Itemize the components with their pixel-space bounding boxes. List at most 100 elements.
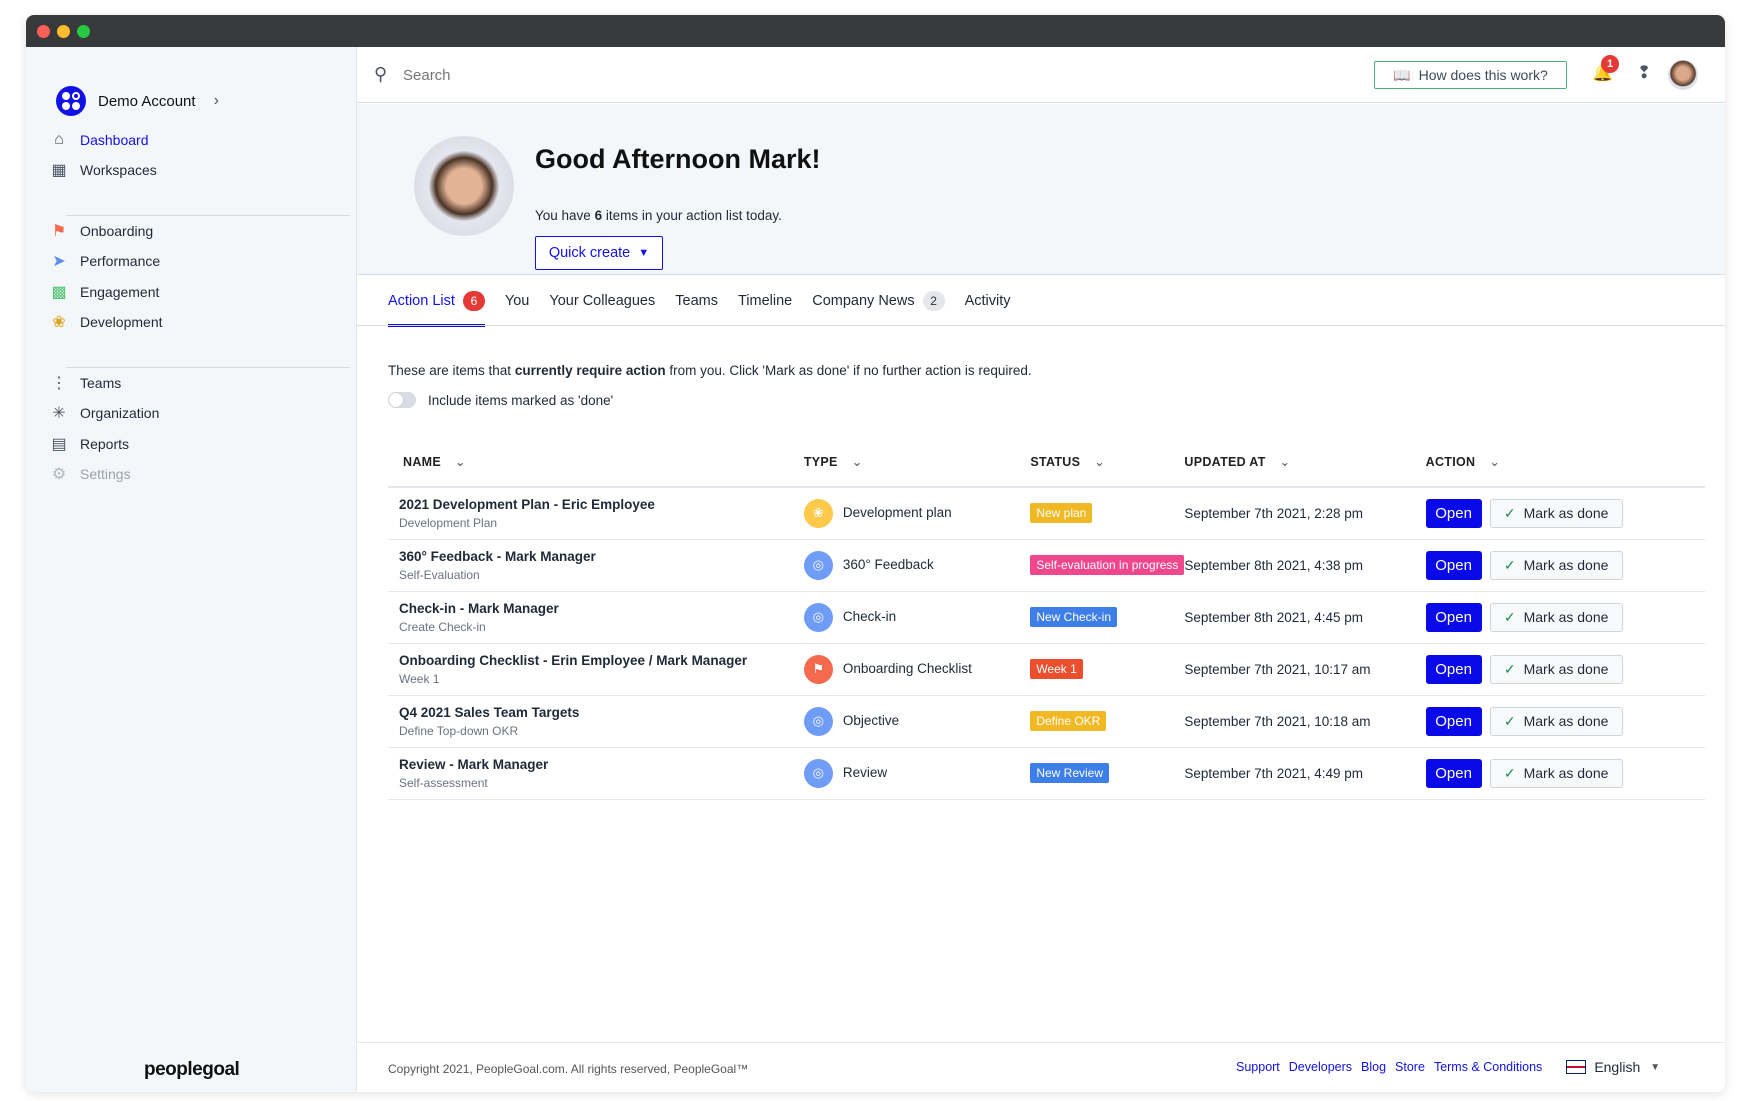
user-avatar[interactable] [1668, 60, 1698, 90]
sidebar-item-organization[interactable]: ✳ Organization [50, 404, 159, 422]
tab-label: Teams [675, 293, 718, 309]
quick-create-button[interactable]: Quick create ▼ [535, 236, 663, 270]
item-name[interactable]: Onboarding Checklist - Erin Employee / M… [399, 653, 804, 668]
include-done-toggle[interactable] [388, 392, 416, 408]
item-name[interactable]: 360° Feedback - Mark Manager [399, 549, 804, 564]
grid-icon: ▦ [51, 162, 67, 179]
updated-at: September 7th 2021, 2:28 pm [1184, 505, 1364, 521]
item-type: Check-in [842, 608, 897, 624]
language-selector[interactable]: English [1594, 1059, 1640, 1075]
mark-as-done-label: Mark as done [1523, 712, 1609, 729]
item-name[interactable]: 2021 Development Plan - Eric Employee [399, 497, 804, 512]
account-name: Demo Account [98, 92, 196, 110]
mark-as-done-button[interactable]: ✓ Mark as done [1489, 498, 1623, 528]
table-row[interactable]: 360° Feedback - Mark Manager Self-Evaluat… [388, 539, 1705, 592]
sidebar-item-label: Teams [80, 375, 122, 391]
chevron-down-icon: ⌄ [1489, 455, 1501, 469]
column-header-name[interactable]: NAME ⌄ [388, 437, 804, 488]
sidebar-item-label: Settings [80, 466, 131, 482]
mark-as-done-button[interactable]: ✓ Mark as done [1489, 706, 1623, 736]
sidebar-item-label: Engagement [80, 284, 160, 300]
item-type: Development plan [842, 504, 952, 520]
footer-link-terms-conditions[interactable]: Terms & Conditions [1434, 1060, 1542, 1074]
search-icon: ⚲ [374, 64, 388, 84]
column-header-action[interactable]: ACTION ⌄ [1425, 437, 1705, 488]
tab-label: Activity [964, 293, 1011, 309]
tab-action-list[interactable]: Action List 6 [388, 276, 485, 327]
footer-divider [357, 1042, 1725, 1043]
column-header-type[interactable]: TYPE ⌄ [803, 437, 1031, 488]
network-icon: ✳ [52, 405, 66, 422]
mark-as-done-button[interactable]: ✓ Mark as done [1489, 602, 1623, 632]
tab-activity[interactable]: Activity [965, 276, 1011, 326]
table-row[interactable]: Q4 2021 Sales Team Targets Define Top-dow… [388, 695, 1705, 748]
chevron-down-icon: ⌄ [1279, 455, 1291, 469]
open-button[interactable]: Open [1425, 550, 1482, 580]
updated-at: September 8th 2021, 4:45 pm [1184, 609, 1364, 625]
open-button[interactable]: Open [1425, 602, 1482, 632]
mark-as-done-button[interactable]: ✓ Mark as done [1489, 654, 1623, 684]
close-window-button[interactable] [37, 25, 50, 38]
sidebar-item-engagement[interactable]: ▩ Engagement [50, 283, 159, 301]
toggle-label: Include items marked as 'done' [428, 392, 614, 408]
target-icon: ◎ [803, 758, 833, 788]
maximize-window-button[interactable] [77, 25, 90, 38]
sidebar-item-dashboard[interactable]: ⌂ Dashboard [50, 131, 149, 149]
profile-photo [414, 136, 514, 236]
uk-flag-icon [1566, 1060, 1587, 1074]
column-header-updated-at[interactable]: UPDATED AT ⌄ [1184, 437, 1426, 488]
mark-as-done-button[interactable]: ✓ Mark as done [1489, 550, 1623, 580]
sidebar-item-development[interactable]: ❀ Development [50, 313, 163, 331]
sidebar-item-performance[interactable]: ➤ Performance [50, 252, 160, 270]
footer-link-support[interactable]: Support [1236, 1060, 1280, 1074]
open-button[interactable]: Open [1425, 498, 1482, 528]
lightbulb-icon[interactable]: ❢ [1637, 63, 1651, 83]
footer-link-store[interactable]: Store [1395, 1060, 1425, 1074]
tab-your-colleagues[interactable]: Your Colleagues [549, 276, 655, 326]
sidebar-item-teams[interactable]: ⋮ Teams [50, 374, 121, 392]
paper-plane-icon: ➤ [52, 253, 66, 270]
book-icon: 📖 [1393, 66, 1411, 83]
table-row[interactable]: Review - Mark Manager Self-assessment ◎ Re… [388, 747, 1705, 800]
chevron-down-icon: ▼ [638, 247, 650, 259]
footer-link-developers[interactable]: Developers [1289, 1060, 1352, 1074]
column-label: NAME [403, 455, 442, 469]
item-name[interactable]: Q4 2021 Sales Team Targets [399, 705, 804, 720]
check-icon: ✓ [1503, 764, 1516, 781]
mark-as-done-button[interactable]: ✓ Mark as done [1489, 758, 1623, 788]
search-input[interactable] [403, 61, 803, 89]
open-button[interactable]: Open [1425, 706, 1482, 736]
footer-link-blog[interactable]: Blog [1361, 1060, 1386, 1074]
item-name[interactable]: Check-in - Mark Manager [399, 601, 804, 616]
table-row[interactable]: Onboarding Checklist - Erin Employee / M… [388, 643, 1705, 696]
sidebar-item-settings[interactable]: ⚙ Settings [50, 465, 131, 483]
table-row[interactable]: 2021 Development Plan - Eric Employee Dev… [388, 487, 1705, 540]
sidebar-item-onboarding[interactable]: ⚑ Onboarding [50, 222, 153, 240]
sidebar-divider [66, 215, 350, 216]
tab-count-badge: 2 [922, 291, 945, 311]
sprout-icon: ❀ [803, 498, 833, 528]
open-button[interactable]: Open [1425, 758, 1482, 788]
table-row[interactable]: Check-in - Mark Manager Create Check-in ◎… [388, 591, 1705, 644]
tab-count-badge: 6 [462, 291, 485, 311]
item-name[interactable]: Review - Mark Manager [399, 757, 804, 772]
sidebar-item-reports[interactable]: ▤ Reports [50, 435, 129, 453]
chevron-down-icon: ⌄ [851, 455, 863, 469]
sidebar-item-label: Performance [80, 253, 161, 269]
item-type: 360° Feedback [842, 556, 934, 572]
how-does-this-work-button[interactable]: 📖 How does this work? [1374, 61, 1567, 89]
tab-you[interactable]: You [505, 276, 529, 326]
account-switcher[interactable]: Demo Account › [56, 86, 219, 116]
flag-icon: ⚑ [51, 223, 67, 240]
column-header-status[interactable]: STATUS ⌄ [1030, 437, 1185, 488]
sidebar-item-workspaces[interactable]: ▦ Workspaces [50, 161, 156, 179]
sidebar-item-label: Development [80, 314, 163, 330]
sidebar-item-label: Dashboard [80, 132, 149, 148]
sidebar-item-label: Onboarding [80, 223, 154, 239]
minimize-window-button[interactable] [57, 25, 70, 38]
open-button[interactable]: Open [1425, 654, 1482, 684]
tab-teams[interactable]: Teams [675, 276, 718, 326]
tab-timeline[interactable]: Timeline [738, 276, 792, 326]
tab-company-news[interactable]: Company News 2 [812, 276, 945, 326]
action-list-intro: These are items that currently require a… [388, 363, 1032, 378]
